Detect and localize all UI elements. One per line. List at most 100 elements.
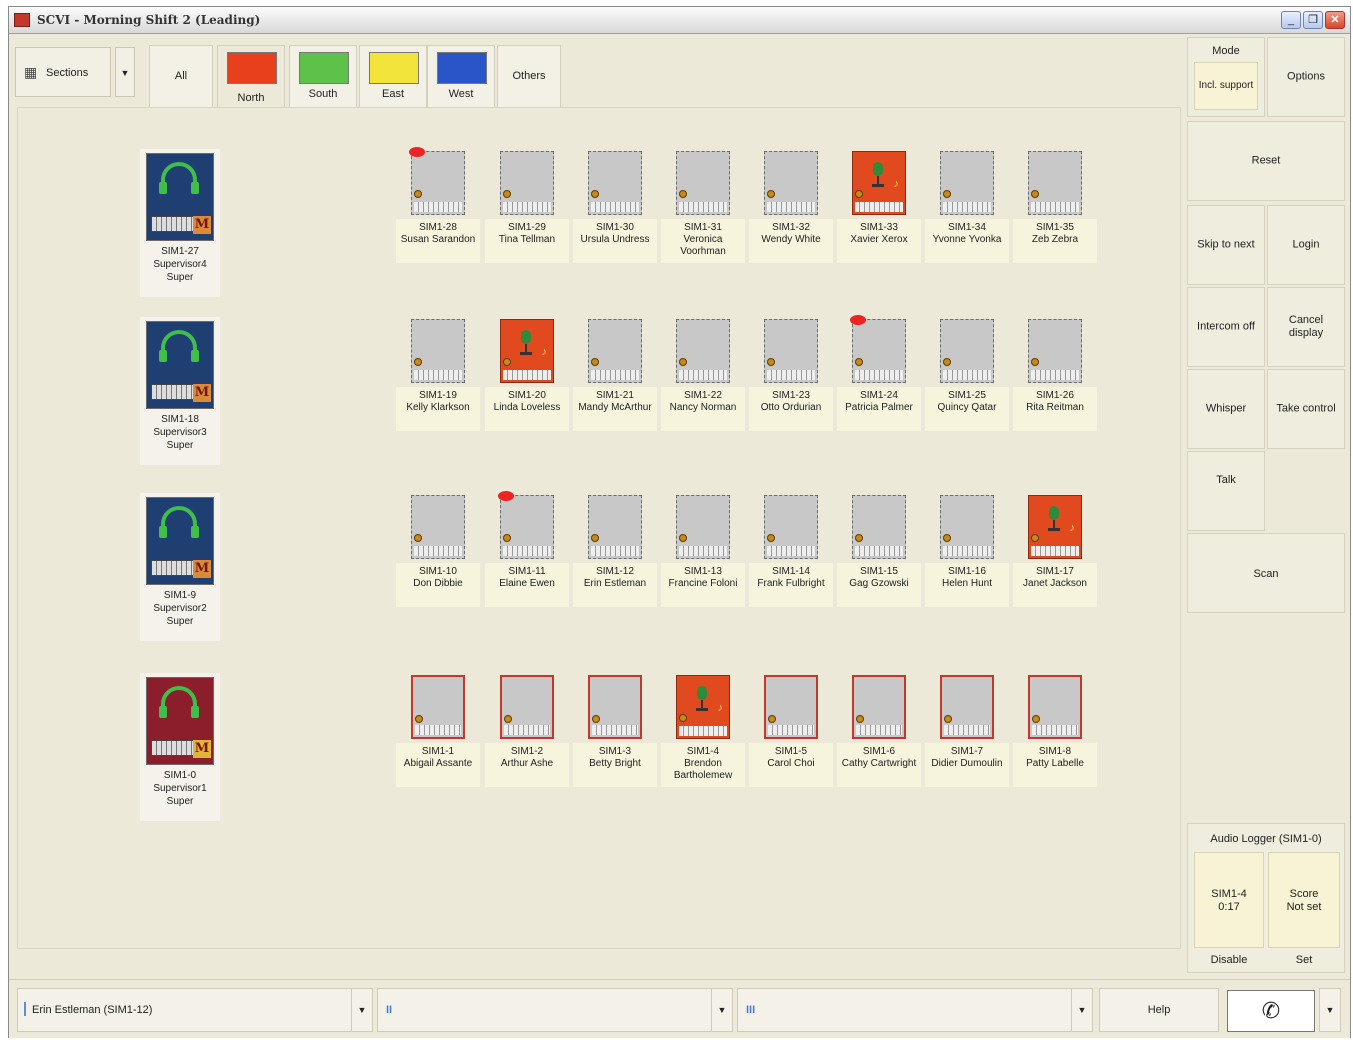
agent-tile[interactable]: SIM1-30 Ursula Undress (571, 151, 659, 275)
tab-north[interactable]: North (217, 45, 285, 111)
agent-tile[interactable]: SIM1-31 Veronica Voorhman (659, 151, 747, 275)
scan-button[interactable]: Scan (1187, 533, 1345, 613)
supervisor-label-line: SIM1-0 (163, 770, 197, 781)
agent-tile[interactable]: SIM1-14 Frank Fulbright (747, 495, 835, 619)
agent-id: SIM1-26 (1036, 390, 1074, 401)
agent-tile[interactable]: ♪ SIM1-33 Xavier Xerox (835, 151, 923, 275)
agent-tile[interactable]: SIM1-13 Francine Foloni (659, 495, 747, 619)
agent-tile[interactable]: SIM1-22 Nancy Norman (659, 319, 747, 443)
score-display[interactable]: Score Not set (1268, 852, 1340, 948)
line-3-select[interactable]: III ▼ (737, 988, 1093, 1032)
supervisor-tile[interactable]: M SIM1-0 Supervisor1 Super (140, 673, 220, 821)
phone-dropdown-arrow[interactable]: ▼ (1319, 988, 1341, 1032)
line-3-arrow[interactable]: ▼ (1071, 989, 1092, 1031)
keyboard-icon (944, 725, 990, 735)
mouse-icon (415, 715, 423, 723)
set-button[interactable]: Set (1268, 954, 1340, 967)
agent-label: SIM1-22 Nancy Norman (661, 387, 745, 431)
line-2-select[interactable]: II ▼ (377, 988, 733, 1032)
tab-west[interactable]: West (427, 45, 495, 107)
login-button[interactable]: Login (1267, 205, 1345, 285)
agent-tile[interactable]: SIM1-28 Susan Sarandon (394, 147, 482, 275)
agent-tile[interactable]: SIM1-26 Rita Reitman (1011, 319, 1099, 443)
agent-tile[interactable]: SIM1-19 Kelly Klarkson (394, 319, 482, 443)
agent-tile[interactable]: SIM1-10 Don Dibbie (394, 495, 482, 619)
agent-select[interactable]: Erin Estleman (SIM1-12) ▼ (17, 988, 373, 1032)
keyboard-icon (151, 560, 195, 576)
agent-label: SIM1-21 Mandy McArthur (573, 387, 657, 431)
whisper-button[interactable]: Whisper (1187, 369, 1265, 449)
agent-tile[interactable]: ♪ SIM1-17 Janet Jackson (1011, 495, 1099, 619)
agent-tile[interactable]: SIM1-16 Helen Hunt (923, 495, 1011, 619)
agent-tile[interactable]: ♪ SIM1-20 Linda Loveless (483, 319, 571, 443)
agent-tile[interactable]: SIM1-12 Erin Estleman (571, 495, 659, 619)
supervisor-label: SIM1-9 Supervisor2 Super (140, 589, 220, 628)
tab-east[interactable]: East (359, 45, 427, 107)
close-button[interactable]: ✕ (1325, 11, 1345, 29)
agent-tile[interactable]: SIM1-2 Arthur Ashe (483, 675, 571, 799)
disable-button[interactable]: Disable (1194, 954, 1264, 967)
supervisor-tile[interactable]: M SIM1-9 Supervisor2 Super (140, 493, 220, 641)
agent-label: SIM1-7 Didier Dumoulin (925, 743, 1009, 787)
agent-tile[interactable]: SIM1-34 Yvonne Yvonka (923, 151, 1011, 275)
talk-button[interactable]: Talk (1187, 451, 1265, 531)
agent-select-arrow[interactable]: ▼ (351, 989, 372, 1031)
logger-recording-display[interactable]: SIM1-4 0:17 (1194, 852, 1264, 948)
cancel-display-button[interactable]: Cancel display (1267, 287, 1345, 367)
tab-south[interactable]: South (289, 45, 357, 107)
keyboard-icon (679, 546, 727, 556)
sections-dropdown-arrow[interactable]: ▼ (115, 47, 135, 97)
agent-tile[interactable]: SIM1-23 Otto Ordurian (747, 319, 835, 443)
agent-tile[interactable]: SIM1-1 Abigail Assante (394, 675, 482, 799)
mode-select[interactable]: Incl. support (1194, 62, 1258, 110)
tab-others[interactable]: Others (497, 45, 561, 107)
agent-tile[interactable]: SIM1-15 Gag Gzowski (835, 495, 923, 619)
north-color-swatch (227, 52, 277, 84)
agent-tile[interactable]: SIM1-29 Tina Tellman (483, 151, 571, 275)
tab-west-label: West (448, 88, 474, 100)
line-2-arrow[interactable]: ▼ (711, 989, 732, 1031)
agent-tile[interactable]: SIM1-35 Zeb Zebra (1011, 151, 1099, 275)
keyboard-icon (767, 546, 815, 556)
agent-workstation-icon (588, 495, 642, 559)
take-control-button[interactable]: Take control (1267, 369, 1345, 449)
agent-tile[interactable]: SIM1-7 Didier Dumoulin (923, 675, 1011, 799)
mode-group: Mode Incl. support (1187, 37, 1265, 117)
agent-workstation-icon (500, 495, 554, 559)
agent-tile[interactable]: SIM1-8 Patty Labelle (1011, 675, 1099, 799)
agent-tile[interactable]: SIM1-21 Mandy McArthur (571, 319, 659, 443)
help-button[interactable]: Help (1099, 988, 1219, 1032)
alert-badge (498, 491, 514, 501)
hangup-phone-button[interactable]: ✆ (1227, 990, 1315, 1032)
tab-all[interactable]: All (149, 45, 213, 107)
agent-workstation-icon (411, 319, 465, 383)
supervisor-label: SIM1-27 Supervisor4 Super (140, 245, 220, 284)
agent-tile[interactable]: SIM1-5 Carol Choi (747, 675, 835, 799)
supervisor-tile[interactable]: M SIM1-18 Supervisor3 Super (140, 317, 220, 465)
skip-to-next-button[interactable]: Skip to next (1187, 205, 1265, 285)
skip-to-next-label: Skip to next (1197, 238, 1255, 251)
agent-tile[interactable]: ♪ SIM1-4 Brendon Bartholemew (659, 675, 747, 799)
agent-tile[interactable]: SIM1-11 Elaine Ewen (483, 491, 571, 619)
maximize-button[interactable]: ❐ (1303, 11, 1323, 29)
agent-tile[interactable]: SIM1-6 Cathy Cartwright (835, 675, 923, 799)
sections-button[interactable]: ▦ Sections (15, 47, 111, 97)
minimize-button[interactable]: _ (1281, 11, 1301, 29)
mouse-icon (679, 358, 687, 366)
agent-name: Didier Dumoulin (931, 758, 1003, 769)
microphone-icon (870, 162, 886, 188)
supervisor-tile[interactable]: M SIM1-27 Supervisor4 Super (140, 149, 220, 297)
agent-name: Helen Hunt (941, 578, 993, 589)
reset-button[interactable]: Reset (1187, 121, 1345, 201)
agent-name: Mandy McArthur (578, 402, 652, 413)
options-button[interactable]: Options (1267, 37, 1345, 117)
intercom-off-button[interactable]: Intercom off (1187, 287, 1265, 367)
agent-tile[interactable]: SIM1-24 Patricia Palmer (835, 315, 923, 443)
agent-tile[interactable]: SIM1-25 Quincy Qatar (923, 319, 1011, 443)
agent-tile[interactable]: SIM1-32 Wendy White (747, 151, 835, 275)
keyboard-icon (767, 370, 815, 380)
mouse-icon (1031, 190, 1039, 198)
agent-label: SIM1-24 Patricia Palmer (837, 387, 921, 431)
agent-tile[interactable]: SIM1-3 Betty Bright (571, 675, 659, 799)
agent-name: Tina Tellman (498, 234, 556, 245)
